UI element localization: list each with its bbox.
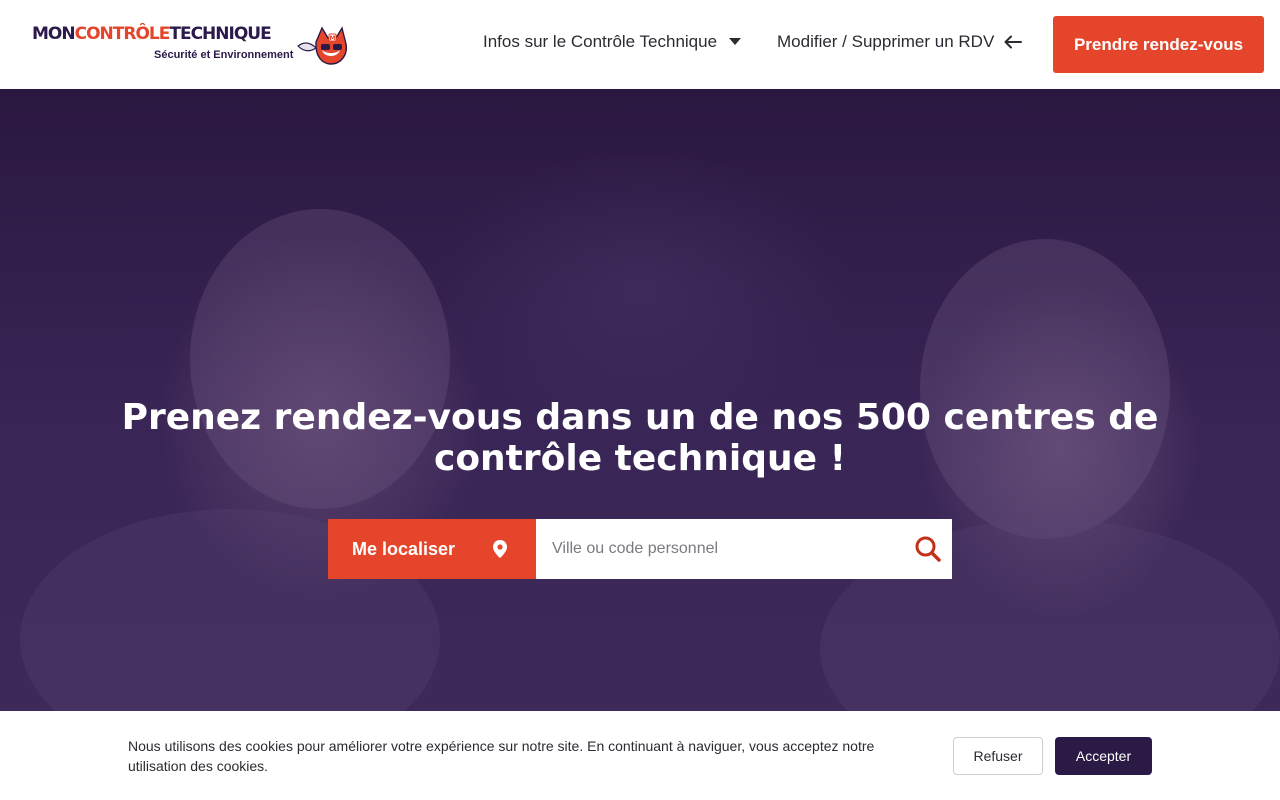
cookie-banner: Nous utilisons des cookies pour améliore… — [0, 711, 1280, 800]
logo-part-controle: CONTRÔLE — [74, 24, 171, 44]
hero-title: Prenez rendez-vous dans un de nos 500 ce… — [121, 397, 1159, 479]
cookie-message: Nous utilisons des cookies pour améliore… — [128, 738, 875, 774]
caret-down-icon — [729, 38, 742, 46]
logo-part-mon: MON — [32, 24, 76, 44]
logo-wordmark: MONCONTRÔLETECHNIQUE — [32, 24, 272, 44]
city-search-input[interactable] — [536, 519, 952, 579]
logo-part-technique: TECHNIQUE — [169, 24, 271, 44]
hero-section: Prenez rendez-vous dans un de nos 500 ce… — [0, 89, 1280, 711]
book-appointment-button[interactable]: Prendre rendez-vous — [1053, 16, 1264, 73]
search-field — [536, 519, 952, 579]
accept-cookies-button[interactable]: Accepter — [1055, 737, 1152, 775]
locate-me-button[interactable]: Me localiser — [328, 519, 536, 579]
nav-infos-menu[interactable]: Infos sur le Contrôle Technique — [483, 32, 742, 52]
nav-modify-rdv-link[interactable]: Modifier / Supprimer un RDV — [777, 32, 1023, 52]
map-pin-icon — [493, 540, 507, 563]
locate-me-label: Me localiser — [352, 538, 456, 559]
fox-mascot-icon: M — [297, 26, 347, 65]
site-header: MONCONTRÔLETECHNIQUE Sécurité et Environ… — [0, 0, 1280, 89]
arrow-left-icon — [1004, 35, 1023, 49]
hero-background-figure-right — [920, 239, 1170, 539]
site-logo[interactable]: MONCONTRÔLETECHNIQUE Sécurité et Environ… — [32, 22, 352, 66]
search-icon[interactable] — [914, 535, 942, 563]
logo-tagline: Sécurité et Environnement — [154, 49, 294, 61]
refuse-cookies-button[interactable]: Refuser — [953, 737, 1043, 775]
nav-infos-label: Infos sur le Contrôle Technique — [483, 32, 718, 51]
search-bar: Me localiser — [328, 519, 952, 579]
svg-text:M: M — [330, 35, 336, 42]
nav-modify-label: Modifier / Supprimer un RDV — [777, 32, 995, 51]
